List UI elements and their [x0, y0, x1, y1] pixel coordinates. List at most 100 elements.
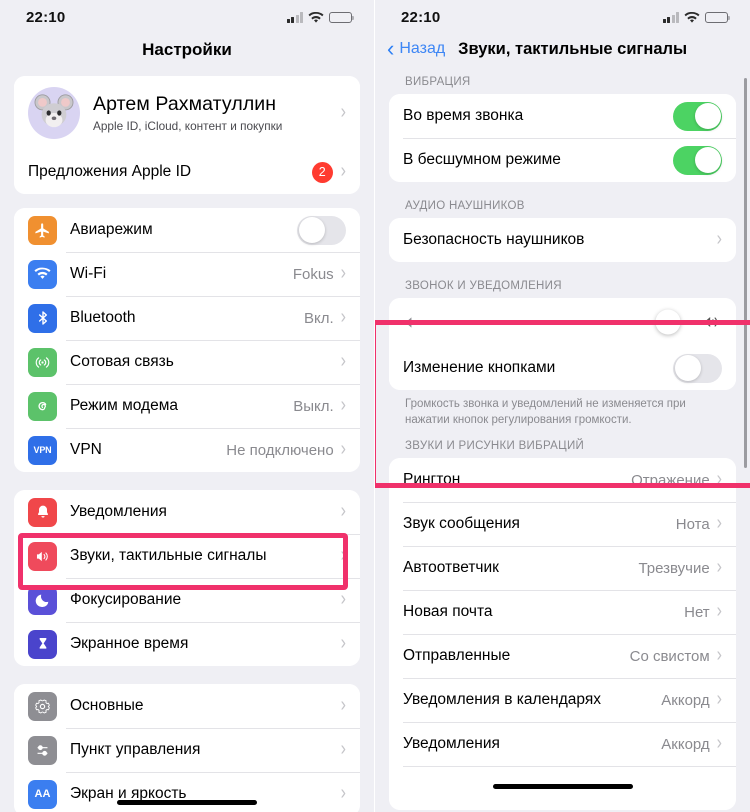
- airplane-mode-toggle[interactable]: [297, 215, 346, 245]
- list-item[interactable]: Авиарежим: [14, 208, 360, 252]
- volume-slider-fill: [431, 320, 669, 324]
- chevron-right-icon: ›: [340, 306, 346, 328]
- sidebar-item-screen-time[interactable]: Экранное время ›: [14, 622, 360, 666]
- row-label: Рингтон: [403, 471, 461, 489]
- page-title: Настройки: [142, 40, 232, 59]
- chevron-right-icon: ›: [340, 160, 346, 182]
- sidebar-item-control-center[interactable]: Пункт управления ›: [14, 728, 360, 772]
- sidebar-item-notifications[interactable]: Уведомления ›: [14, 490, 360, 534]
- account-name: Артем Рахматуллин: [93, 93, 277, 115]
- status-time: 22:10: [26, 8, 66, 26]
- dual-phone-screenshot: 22:10 Настройки Артем Рахматуллин Apple …: [0, 0, 750, 812]
- row-label: Звук сообщения: [403, 515, 520, 533]
- row-label: Новая почта: [403, 603, 493, 621]
- cellular-icon: [28, 347, 57, 377]
- row-value: Отражение: [631, 471, 710, 489]
- row-value: Вкл.: [304, 309, 334, 327]
- list-item[interactable]: Рингтон Отражение ›: [389, 458, 736, 503]
- vibrate-on-ring-toggle[interactable]: [673, 101, 722, 131]
- chevron-right-icon: ›: [340, 350, 346, 372]
- section-footer-ringer-alerts: Громкость звонка и уведомлений не изменя…: [405, 398, 686, 426]
- sidebar-item-sounds-haptics[interactable]: Звуки, тактильные сигналы ›: [14, 534, 360, 578]
- status-bar-left: 22:10: [0, 0, 374, 34]
- row-label: Уведомления: [70, 503, 167, 520]
- apple-id-suggestions-row[interactable]: Предложения Apple ID 2 ›: [14, 150, 360, 194]
- row-label: Фокусирование: [70, 591, 182, 608]
- home-indicator: [117, 800, 257, 805]
- chevron-right-icon: ›: [716, 644, 722, 667]
- moon-icon: [28, 585, 57, 615]
- section-header-headphone-audio: АУДИО НАУШНИКОВ: [405, 200, 525, 212]
- cellular-signal-icon: [286, 11, 303, 23]
- row-label: Изменение кнопками: [403, 359, 556, 376]
- vpn-icon: VPN: [28, 435, 57, 465]
- section-header-tones: ЗВУКИ И РИСУНКИ ВИБРАЦИЙ: [405, 440, 585, 453]
- home-indicator: [492, 784, 633, 789]
- row-value: Не подключено: [226, 441, 334, 459]
- row-label: Bluetooth: [70, 309, 136, 326]
- apple-account-row[interactable]: Артем Рахматуллин Apple ID, iCloud, конт…: [14, 76, 360, 150]
- row-value: Нота: [675, 515, 710, 533]
- list-item[interactable]: Уведомления в календарях Аккорд ›: [389, 678, 736, 723]
- account-text: Артем Рахматуллин Apple ID, iCloud, конт…: [93, 93, 341, 133]
- gear-icon: [28, 691, 57, 721]
- vibrate-on-silent-toggle[interactable]: [673, 145, 722, 175]
- mouse-memoji-avatar: [28, 87, 80, 139]
- row-label: VPN: [70, 441, 102, 458]
- volume-slider-row[interactable]: [389, 298, 736, 346]
- scrollbar[interactable]: [744, 78, 747, 468]
- vibration-group: Во время звонка В бесшумном режиме: [389, 94, 736, 182]
- chevron-right-icon: ›: [340, 262, 346, 284]
- tones-group: Рингтон Отражение › Звук сообщения Нота …: [389, 458, 736, 811]
- list-item[interactable]: Безопасность наушников ›: [389, 218, 736, 262]
- status-time: 22:10: [401, 8, 441, 26]
- sidebar-item-display-brightness[interactable]: AA Экран и яркость ›: [14, 772, 360, 812]
- change-with-buttons-toggle[interactable]: [673, 353, 722, 383]
- chevron-right-icon: ›: [716, 600, 722, 623]
- list-item[interactable]: Сотовая связь ›: [14, 340, 360, 384]
- page-title: Звуки, тактильные сигналы: [458, 39, 688, 58]
- row-label: Экранное время: [70, 635, 189, 652]
- row-label: Уведомления в календарях: [403, 691, 601, 709]
- ringer-alerts-group: Изменение кнопками: [389, 298, 736, 390]
- list-item[interactable]: Режим модема Выкл. ›: [14, 384, 360, 428]
- row-value: Аккорд: [661, 691, 710, 709]
- wifi-icon: [28, 259, 57, 289]
- list-item[interactable]: Изменение кнопками: [389, 346, 736, 390]
- list-item[interactable]: В бесшумном режиме: [389, 138, 736, 182]
- row-label: Безопасность наушников: [403, 231, 585, 248]
- volume-slider-track[interactable]: [431, 309, 689, 335]
- control-center-icon: [28, 735, 57, 765]
- row-label: Автоответчик: [403, 559, 499, 577]
- back-chevron-icon[interactable]: ‹: [387, 38, 394, 60]
- list-item[interactable]: Автоответчик Трезвучие ›: [389, 546, 736, 591]
- list-item[interactable]: Звук сообщения Нота ›: [389, 502, 736, 547]
- list-item[interactable]: Новая почта Нет ›: [389, 590, 736, 635]
- list-item[interactable]: VPN VPN Не подключено ›: [14, 428, 360, 472]
- notifications-sounds-group: Уведомления › Звуки, тактильные сигналы …: [14, 490, 360, 666]
- list-item[interactable]: Bluetooth Вкл. ›: [14, 296, 360, 340]
- row-value: Нет: [684, 603, 710, 621]
- sidebar-item-general[interactable]: Основные ›: [14, 684, 360, 728]
- bluetooth-icon: [28, 303, 57, 333]
- list-item[interactable]: Wi-Fi Fokus ›: [14, 252, 360, 296]
- chevron-right-icon: ›: [340, 544, 346, 566]
- wifi-icon: [308, 11, 324, 23]
- nav-bar: ‹ Назад Звуки, тактильные сигналы: [375, 34, 750, 76]
- list-item[interactable]: Во время звонка: [389, 94, 736, 138]
- chevron-right-icon: ›: [340, 438, 346, 460]
- sidebar-item-focus[interactable]: Фокусирование ›: [14, 578, 360, 622]
- chevron-right-icon: ›: [716, 468, 722, 491]
- list-item[interactable]: Отправленные Со свистом ›: [389, 634, 736, 679]
- headphone-audio-group: Безопасность наушников ›: [389, 218, 736, 262]
- volume-slider-knob[interactable]: [655, 309, 681, 335]
- battery-icon: [329, 11, 355, 23]
- cellular-signal-icon: [662, 11, 679, 23]
- chevron-right-icon: ›: [340, 394, 346, 416]
- account-subtitle: Apple ID, iCloud, контент и покупки: [93, 119, 283, 133]
- chevron-right-icon: ›: [716, 732, 722, 755]
- settings-screen: 22:10 Настройки Артем Рахматуллин Apple …: [0, 0, 375, 812]
- list-item[interactable]: Уведомления Аккорд ›: [389, 722, 736, 767]
- section-header-ringer-alerts: ЗВОНОК И УВЕДОМЛЕНИЯ: [405, 280, 562, 292]
- back-button[interactable]: Назад: [399, 40, 445, 58]
